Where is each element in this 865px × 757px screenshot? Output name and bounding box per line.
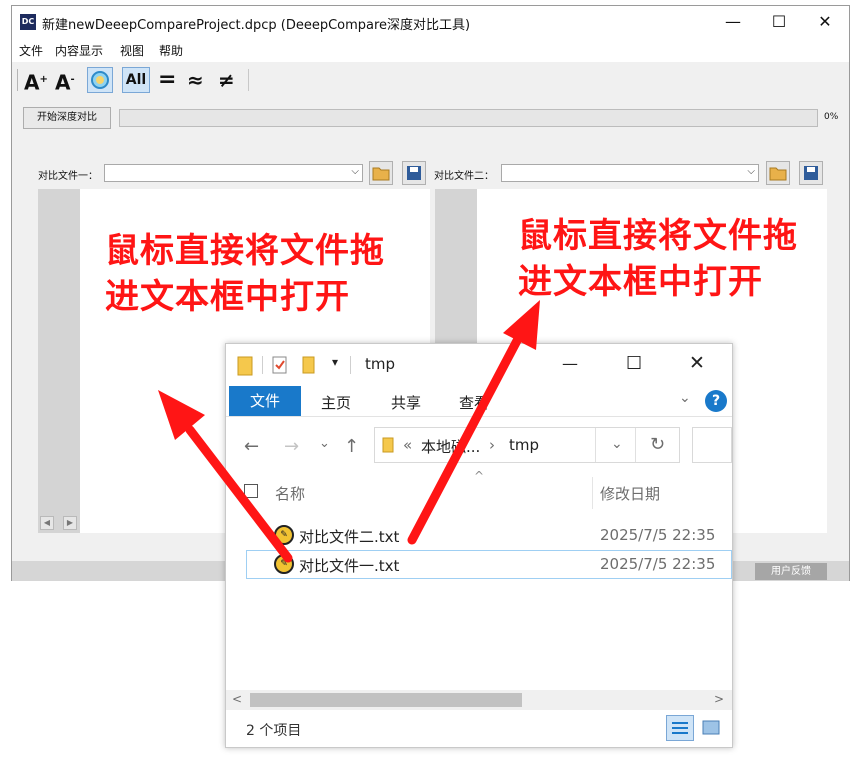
arrow-head-right [503,300,540,350]
arrow-to-right-pane [407,330,525,545]
arrow-head-left [158,390,205,440]
drag-arrows [158,300,540,563]
arrow-to-left-pane [185,425,293,563]
